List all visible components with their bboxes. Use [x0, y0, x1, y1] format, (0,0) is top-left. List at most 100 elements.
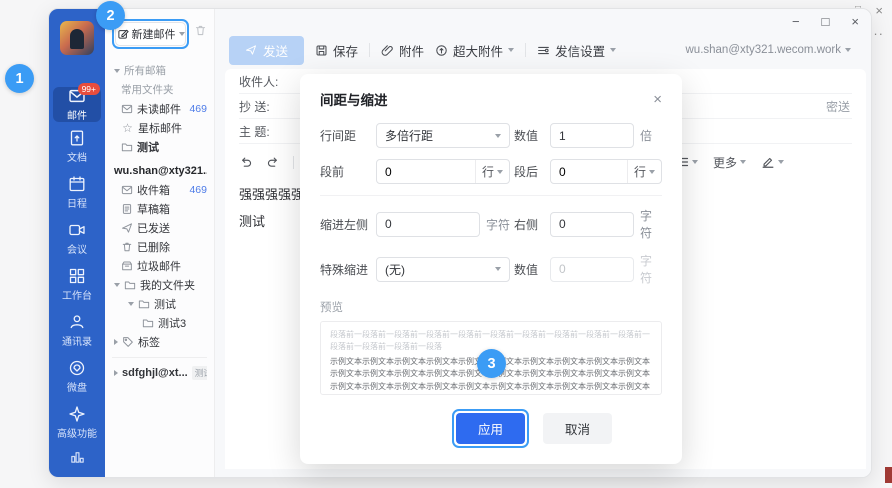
to-label: 收件人:: [239, 73, 278, 90]
item-label: 已发送: [137, 220, 170, 236]
chevron-down-icon: [692, 160, 698, 164]
rail-item-docs[interactable]: 文档: [53, 124, 101, 168]
apply-button[interactable]: 应用: [456, 413, 525, 444]
paper-plane-icon: [121, 222, 133, 234]
space-after-input[interactable]: [559, 165, 599, 179]
person-icon: [68, 313, 86, 331]
special-indent-value: (无): [385, 261, 405, 278]
space-before-input[interactable]: [385, 165, 425, 179]
rail-item-contacts[interactable]: 通讯录: [53, 308, 101, 352]
folder-icon: [124, 279, 136, 291]
minimize-button[interactable]: −: [792, 14, 800, 29]
special-indent-value-input[interactable]: [559, 262, 625, 276]
sidebar-item-drafts[interactable]: 草稿箱: [112, 199, 207, 218]
line-spacing-value-input-box: [550, 123, 634, 148]
settings-lines-icon: [537, 44, 550, 57]
rail-item-mail[interactable]: 99+ 邮件: [53, 87, 101, 122]
item-label: 测试: [137, 139, 159, 155]
company-logo-icon: [69, 448, 86, 465]
video-icon: [68, 221, 86, 239]
rail-item-label: 文档: [53, 149, 101, 164]
app-nav-rail: 99+ 邮件 文档 日程 会议 工作台 通讯录 微盘: [49, 9, 105, 477]
large-attachment-button[interactable]: 超大附件: [435, 41, 514, 60]
line-spacing-select[interactable]: 多倍行距: [376, 123, 510, 148]
calendar-icon: [68, 175, 86, 193]
divider: [112, 357, 207, 358]
indent-left-input[interactable]: [385, 217, 471, 231]
space-before-input-box: 行: [376, 159, 510, 184]
indent-right-input[interactable]: [559, 217, 625, 231]
line-spacing-label: 行间距: [320, 127, 376, 144]
sidebar-group-common: 常用文件夹: [112, 80, 207, 99]
space-before-label: 段前: [320, 163, 376, 180]
redo-icon: [266, 155, 280, 169]
rail-item-advanced[interactable]: 高级功能: [53, 400, 101, 444]
sidebar-account-primary[interactable]: wu.shan@xty321....: [112, 161, 207, 180]
special-indent-value-input-box: [550, 257, 634, 282]
sidebar-item-my-folder-test[interactable]: 测试: [112, 294, 207, 313]
chevron-down-icon: [114, 69, 120, 73]
send-settings-button[interactable]: 发信设置: [537, 41, 616, 60]
space-after-unit-select[interactable]: 行: [627, 160, 661, 183]
sidebar-item-spam[interactable]: 垃圾邮件: [112, 256, 207, 275]
send-button[interactable]: 发送: [229, 36, 304, 65]
attachment-button[interactable]: 附件: [381, 41, 424, 60]
rail-item-drive[interactable]: 微盘: [53, 354, 101, 398]
compose-icon: [117, 28, 129, 40]
line-spacing-value-input[interactable]: [559, 129, 625, 143]
sidebar-item-unread[interactable]: 未读邮件 469: [112, 99, 207, 118]
dialog-close-icon[interactable]: ×: [653, 92, 662, 107]
close-button[interactable]: ×: [851, 14, 859, 29]
background-window-close-icon[interactable]: ×: [875, 3, 883, 18]
send-settings-label: 发信设置: [555, 41, 605, 60]
document-icon: [68, 129, 86, 147]
sidebar-item-sent[interactable]: 已发送: [112, 218, 207, 237]
avatar[interactable]: [60, 21, 94, 55]
sidebar-item-inbox[interactable]: 收件箱 469: [112, 180, 207, 199]
folder-icon: [121, 141, 133, 153]
annotation-step-3: 3: [477, 349, 506, 378]
item-label: 我的文件夹: [140, 277, 195, 293]
item-label: 星标邮件: [138, 120, 182, 136]
rail-item-meeting[interactable]: 会议: [53, 216, 101, 260]
signature-button[interactable]: [761, 155, 784, 169]
sender-account-label: wu.shan@xty321.wecom.work: [686, 44, 842, 56]
cancel-button[interactable]: 取消: [543, 413, 612, 444]
sidebar-item-test-folder[interactable]: 测试: [112, 137, 207, 156]
bcc-toggle[interactable]: 密送: [826, 98, 850, 115]
undo-button[interactable]: [239, 155, 253, 169]
chevron-down-icon: [508, 48, 514, 52]
save-icon: [315, 44, 328, 57]
rail-item-label: 通讯录: [53, 333, 101, 348]
more-format-button[interactable]: 更多: [713, 154, 746, 171]
chevron-down-icon: [497, 170, 503, 174]
new-mail-button[interactable]: 新建邮件: [115, 22, 186, 46]
space-before-unit-select[interactable]: 行: [475, 160, 509, 183]
item-label: 未读邮件: [137, 101, 181, 117]
maximize-button[interactable]: □: [822, 14, 830, 29]
line-spacing-value: 多倍行距: [385, 127, 433, 144]
sidebar-item-deleted[interactable]: 已删除: [112, 237, 207, 256]
indent-left-label: 缩进左侧: [320, 216, 376, 233]
sidebar-item-my-folder-test3[interactable]: 测试3: [112, 313, 207, 332]
sidebar-item-my-folders[interactable]: 我的文件夹: [112, 275, 207, 294]
chevron-down-icon: [845, 48, 851, 52]
rail-item-label: 工作台: [53, 287, 101, 302]
redo-button[interactable]: [266, 155, 280, 169]
value-label: 数值: [510, 261, 550, 278]
sender-account[interactable]: wu.shan@xty321.wecom.work: [686, 44, 852, 56]
unread-count-badge: 99+: [78, 83, 100, 95]
save-button[interactable]: 保存: [315, 41, 358, 60]
sidebar-item-starred[interactable]: ☆ 星标邮件: [112, 118, 207, 137]
trash-icon[interactable]: [194, 24, 207, 37]
sidebar-item-tags[interactable]: 标签: [112, 332, 207, 351]
special-indent-select[interactable]: (无): [376, 257, 510, 282]
grid-icon: [68, 267, 86, 285]
sidebar-group-all-mail[interactable]: 所有邮箱: [112, 61, 207, 80]
sidebar-account-secondary[interactable]: sdfghjl@xt... 测试111: [112, 363, 207, 382]
rail-item-calendar[interactable]: 日程: [53, 170, 101, 214]
rail-item-workbench[interactable]: 工作台: [53, 262, 101, 306]
draft-icon: [121, 203, 133, 215]
spacing-indent-dialog: 间距与缩进 × 行间距 多倍行距 数值 倍 段前 行 段后 行: [300, 74, 682, 464]
trash-icon: [121, 241, 133, 253]
